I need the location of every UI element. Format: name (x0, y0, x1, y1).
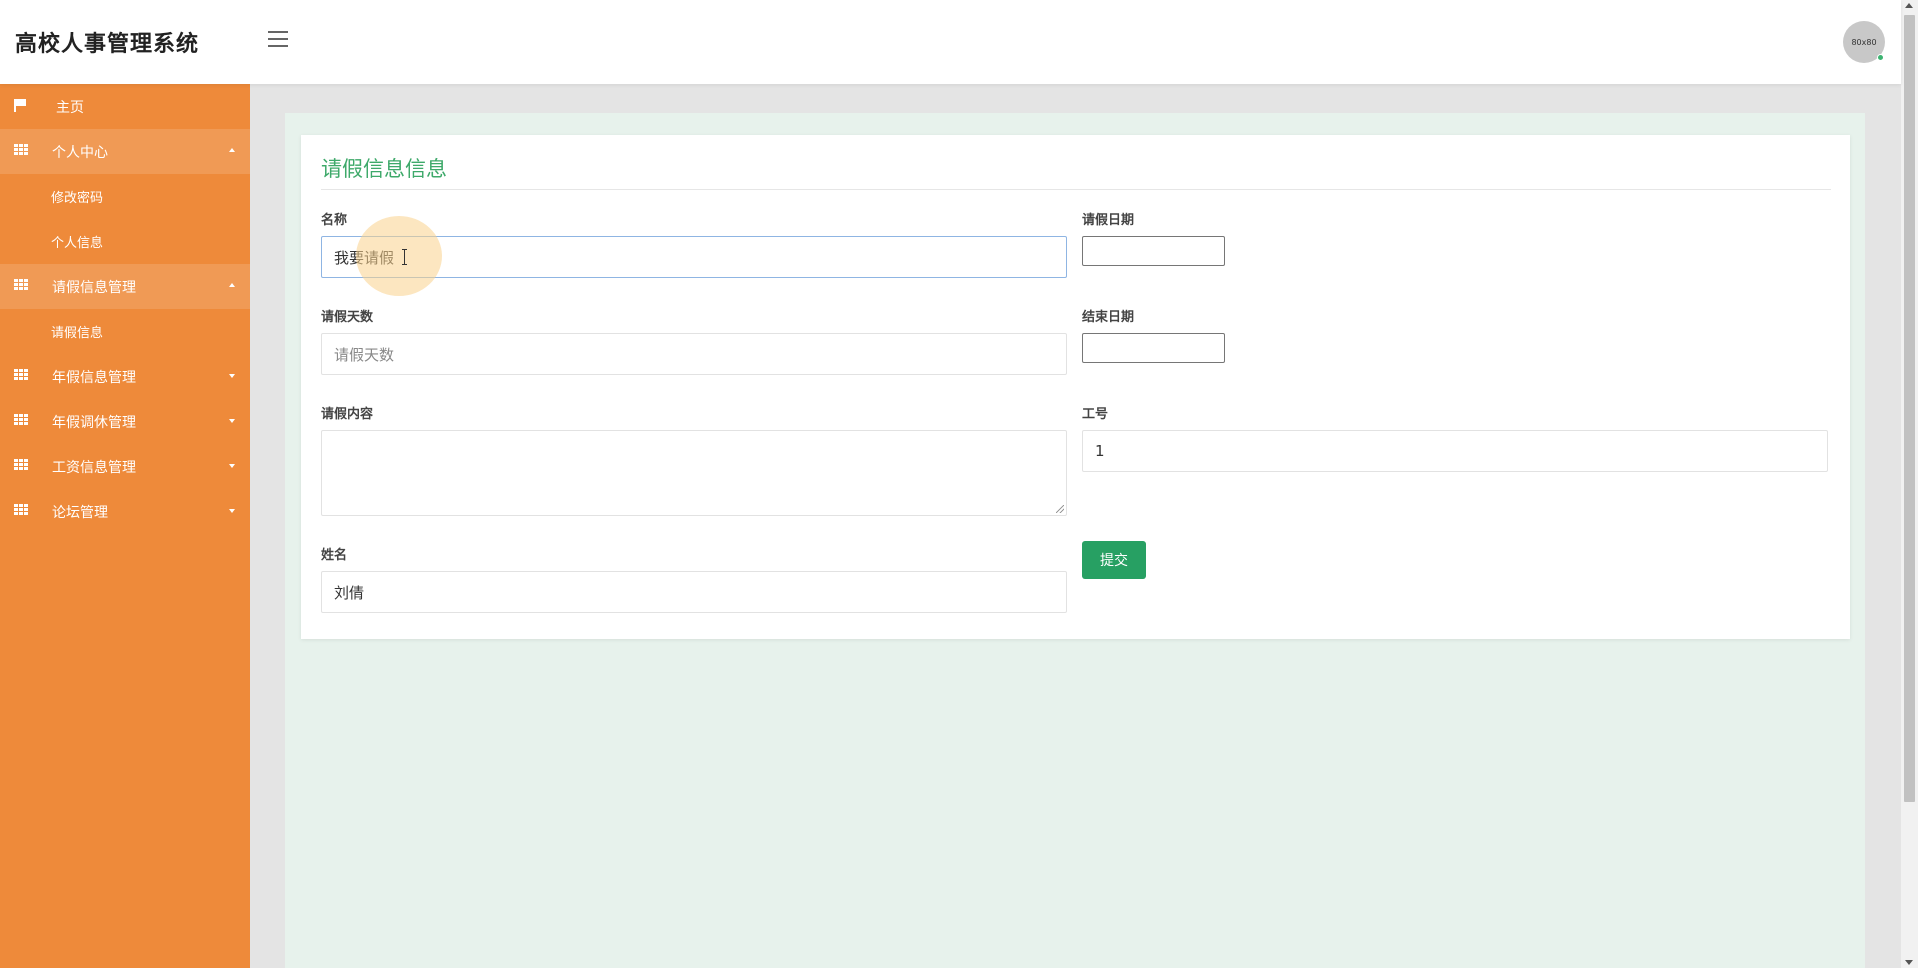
name-label: 名称 (321, 213, 348, 228)
sidebar-subitem-leave-info[interactable]: 请假信息 (0, 309, 250, 354)
leave-date-input[interactable] (1082, 236, 1225, 266)
scroll-down-icon[interactable] (1905, 960, 1913, 965)
content-label: 请假内容 (321, 407, 374, 422)
emp-no-label: 工号 (1082, 407, 1109, 422)
person-name-input[interactable]: 刘倩 (321, 571, 1067, 613)
caret-down-icon (229, 509, 235, 513)
top-header: 高校人事管理系统 80x80 (0, 0, 1901, 84)
sidebar-item-label: 请假信息管理 (52, 279, 136, 296)
grid-icon (14, 369, 28, 382)
person-name-label: 姓名 (321, 548, 348, 563)
app-title: 高校人事管理系统 (15, 32, 200, 57)
caret-down-icon (229, 419, 235, 423)
avatar[interactable]: 80x80 (1843, 21, 1885, 63)
end-date-input[interactable] (1082, 333, 1225, 363)
menu-toggle-icon[interactable] (268, 31, 288, 47)
sidebar-item-label: 年假信息管理 (52, 369, 136, 386)
sidebar-item-label: 论坛管理 (52, 504, 108, 521)
sidebar-item-leave-adjust[interactable]: 年假调休管理 (0, 399, 250, 444)
leave-form-card: 请假信息信息 名称 我要请假 请假天数 请假天数 请假内容 姓名 刘倩 请假日期… (301, 135, 1850, 639)
end-date-label: 结束日期 (1082, 310, 1135, 325)
days-label: 请假天数 (321, 310, 374, 325)
name-input[interactable]: 我要请假 (321, 236, 1067, 278)
caret-up-icon (229, 148, 235, 152)
caret-up-icon (229, 283, 235, 287)
page-title: 请假信息信息 (321, 157, 447, 181)
submit-button[interactable]: 提交 (1082, 541, 1146, 579)
sidebar-subitem-change-password[interactable]: 修改密码 (0, 174, 250, 219)
sidebar-item-home[interactable]: 主页 (0, 84, 250, 129)
sidebar-subitem-personal-info[interactable]: 个人信息 (0, 219, 250, 264)
sidebar-item-personal-center[interactable]: 个人中心 (0, 129, 250, 174)
scrollbar-thumb[interactable] (1904, 15, 1915, 802)
flag-icon (14, 99, 28, 112)
avatar-placeholder-text: 80x80 (1851, 37, 1877, 47)
grid-icon (14, 144, 28, 157)
caret-down-icon (229, 374, 235, 378)
resize-grip-icon[interactable] (1056, 505, 1064, 513)
sidebar-item-label: 年假调休管理 (52, 414, 136, 431)
sidebar-item-label: 主页 (56, 99, 84, 116)
sidebar-item-salary[interactable]: 工资信息管理 (0, 444, 250, 489)
sidebar-item-leave-management[interactable]: 请假信息管理 (0, 264, 250, 309)
grid-icon (14, 279, 28, 292)
page-scrollbar[interactable] (1901, 0, 1918, 968)
content-textarea[interactable] (321, 430, 1067, 516)
title-divider (321, 189, 1831, 190)
sidebar-item-label: 工资信息管理 (52, 459, 136, 476)
leave-date-label: 请假日期 (1082, 213, 1135, 228)
sidebar-item-label: 个人中心 (52, 144, 108, 161)
caret-down-icon (229, 464, 235, 468)
sidebar-item-forum[interactable]: 论坛管理 (0, 489, 250, 534)
sidebar-item-annual-leave[interactable]: 年假信息管理 (0, 354, 250, 399)
days-input[interactable]: 请假天数 (321, 333, 1067, 375)
grid-icon (14, 459, 28, 472)
grid-icon (14, 504, 28, 517)
emp-no-input[interactable]: 1 (1082, 430, 1828, 472)
online-status-icon (1877, 54, 1884, 61)
scroll-up-icon[interactable] (1905, 3, 1913, 8)
sidebar: 主页 个人中心 修改密码 个人信息 请假信息管理 请假信息 年假信息管理 年假调… (0, 84, 250, 968)
grid-icon (14, 414, 28, 427)
